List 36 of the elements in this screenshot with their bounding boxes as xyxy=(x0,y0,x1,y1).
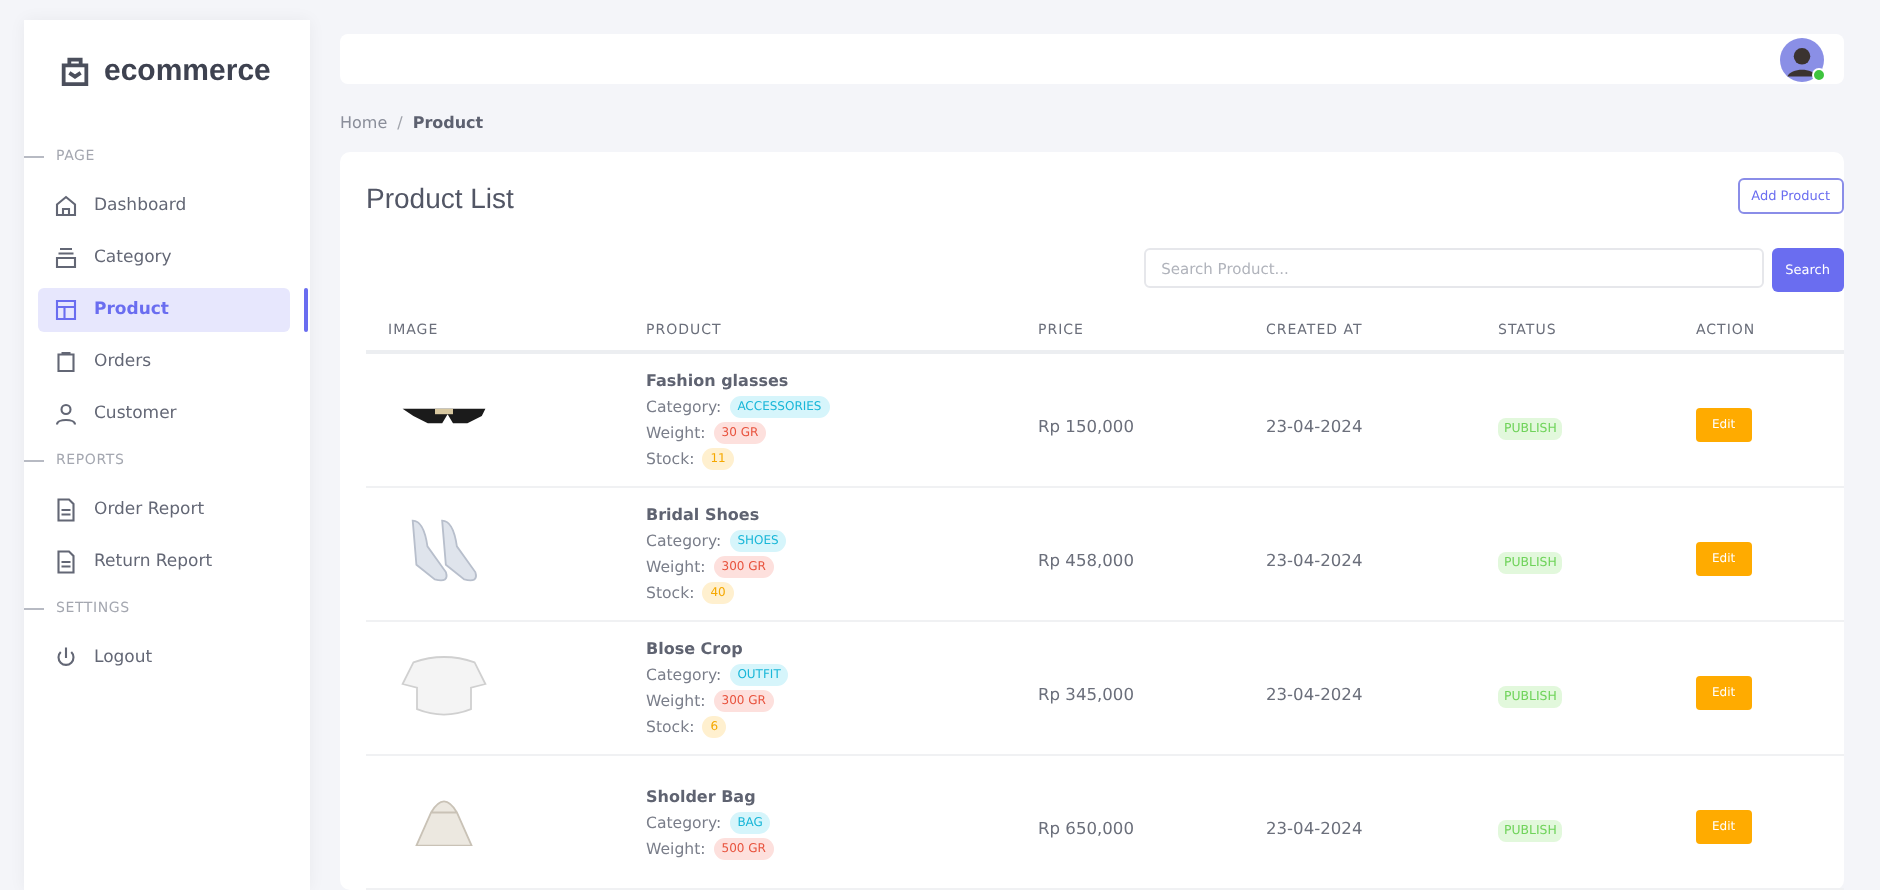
sidebar-item[interactable]: Order Report xyxy=(38,488,290,532)
sidebar-item[interactable]: Customer xyxy=(38,392,290,436)
avatar[interactable] xyxy=(1780,37,1824,81)
sidebar-item[interactable]: Category xyxy=(38,236,290,280)
clipboard-icon xyxy=(54,350,78,374)
sidebar-item[interactable]: Return Report xyxy=(38,540,290,584)
active-indicator xyxy=(304,288,308,332)
product-name: Blose Crop xyxy=(646,638,745,662)
breadcrumb-separator: / xyxy=(397,114,403,132)
breadcrumb-link[interactable]: Home xyxy=(340,114,388,132)
sidebar-item[interactable]: Dashboard xyxy=(38,184,290,228)
price-text: Rp 458,000 xyxy=(1038,549,1134,569)
date-text: 23-04-2024 xyxy=(1266,817,1363,837)
sidebar-item[interactable]: Product xyxy=(38,288,290,332)
date-text: 23-04-2024 xyxy=(1266,549,1363,569)
document-icon xyxy=(54,498,78,522)
stack-icon xyxy=(54,246,78,270)
card-title: Product List xyxy=(366,182,514,214)
layout-icon xyxy=(54,298,78,322)
product-name: Sholder Bag xyxy=(646,785,758,809)
power-icon xyxy=(54,646,78,670)
sidebar-item[interactable]: Logout xyxy=(38,636,290,680)
price-text: Rp 345,000 xyxy=(1038,683,1134,703)
date-text: 23-04-2024 xyxy=(1266,415,1363,435)
user-icon xyxy=(54,402,78,426)
product-name: Fashion glasses xyxy=(646,370,791,394)
document-icon xyxy=(54,550,78,574)
price-text: Rp 150,000 xyxy=(1038,415,1134,435)
brand-name: ecommerce xyxy=(104,54,271,88)
product-name: Bridal Shoes xyxy=(646,504,762,528)
shopping-bag-icon xyxy=(58,54,92,88)
home-icon xyxy=(54,194,78,218)
price-text: Rp 650,000 xyxy=(1038,817,1134,837)
sidebar-item[interactable]: Orders xyxy=(38,340,290,384)
date-text: 23-04-2024 xyxy=(1266,683,1363,703)
breadcrumb-link[interactable]: Product xyxy=(412,114,484,132)
